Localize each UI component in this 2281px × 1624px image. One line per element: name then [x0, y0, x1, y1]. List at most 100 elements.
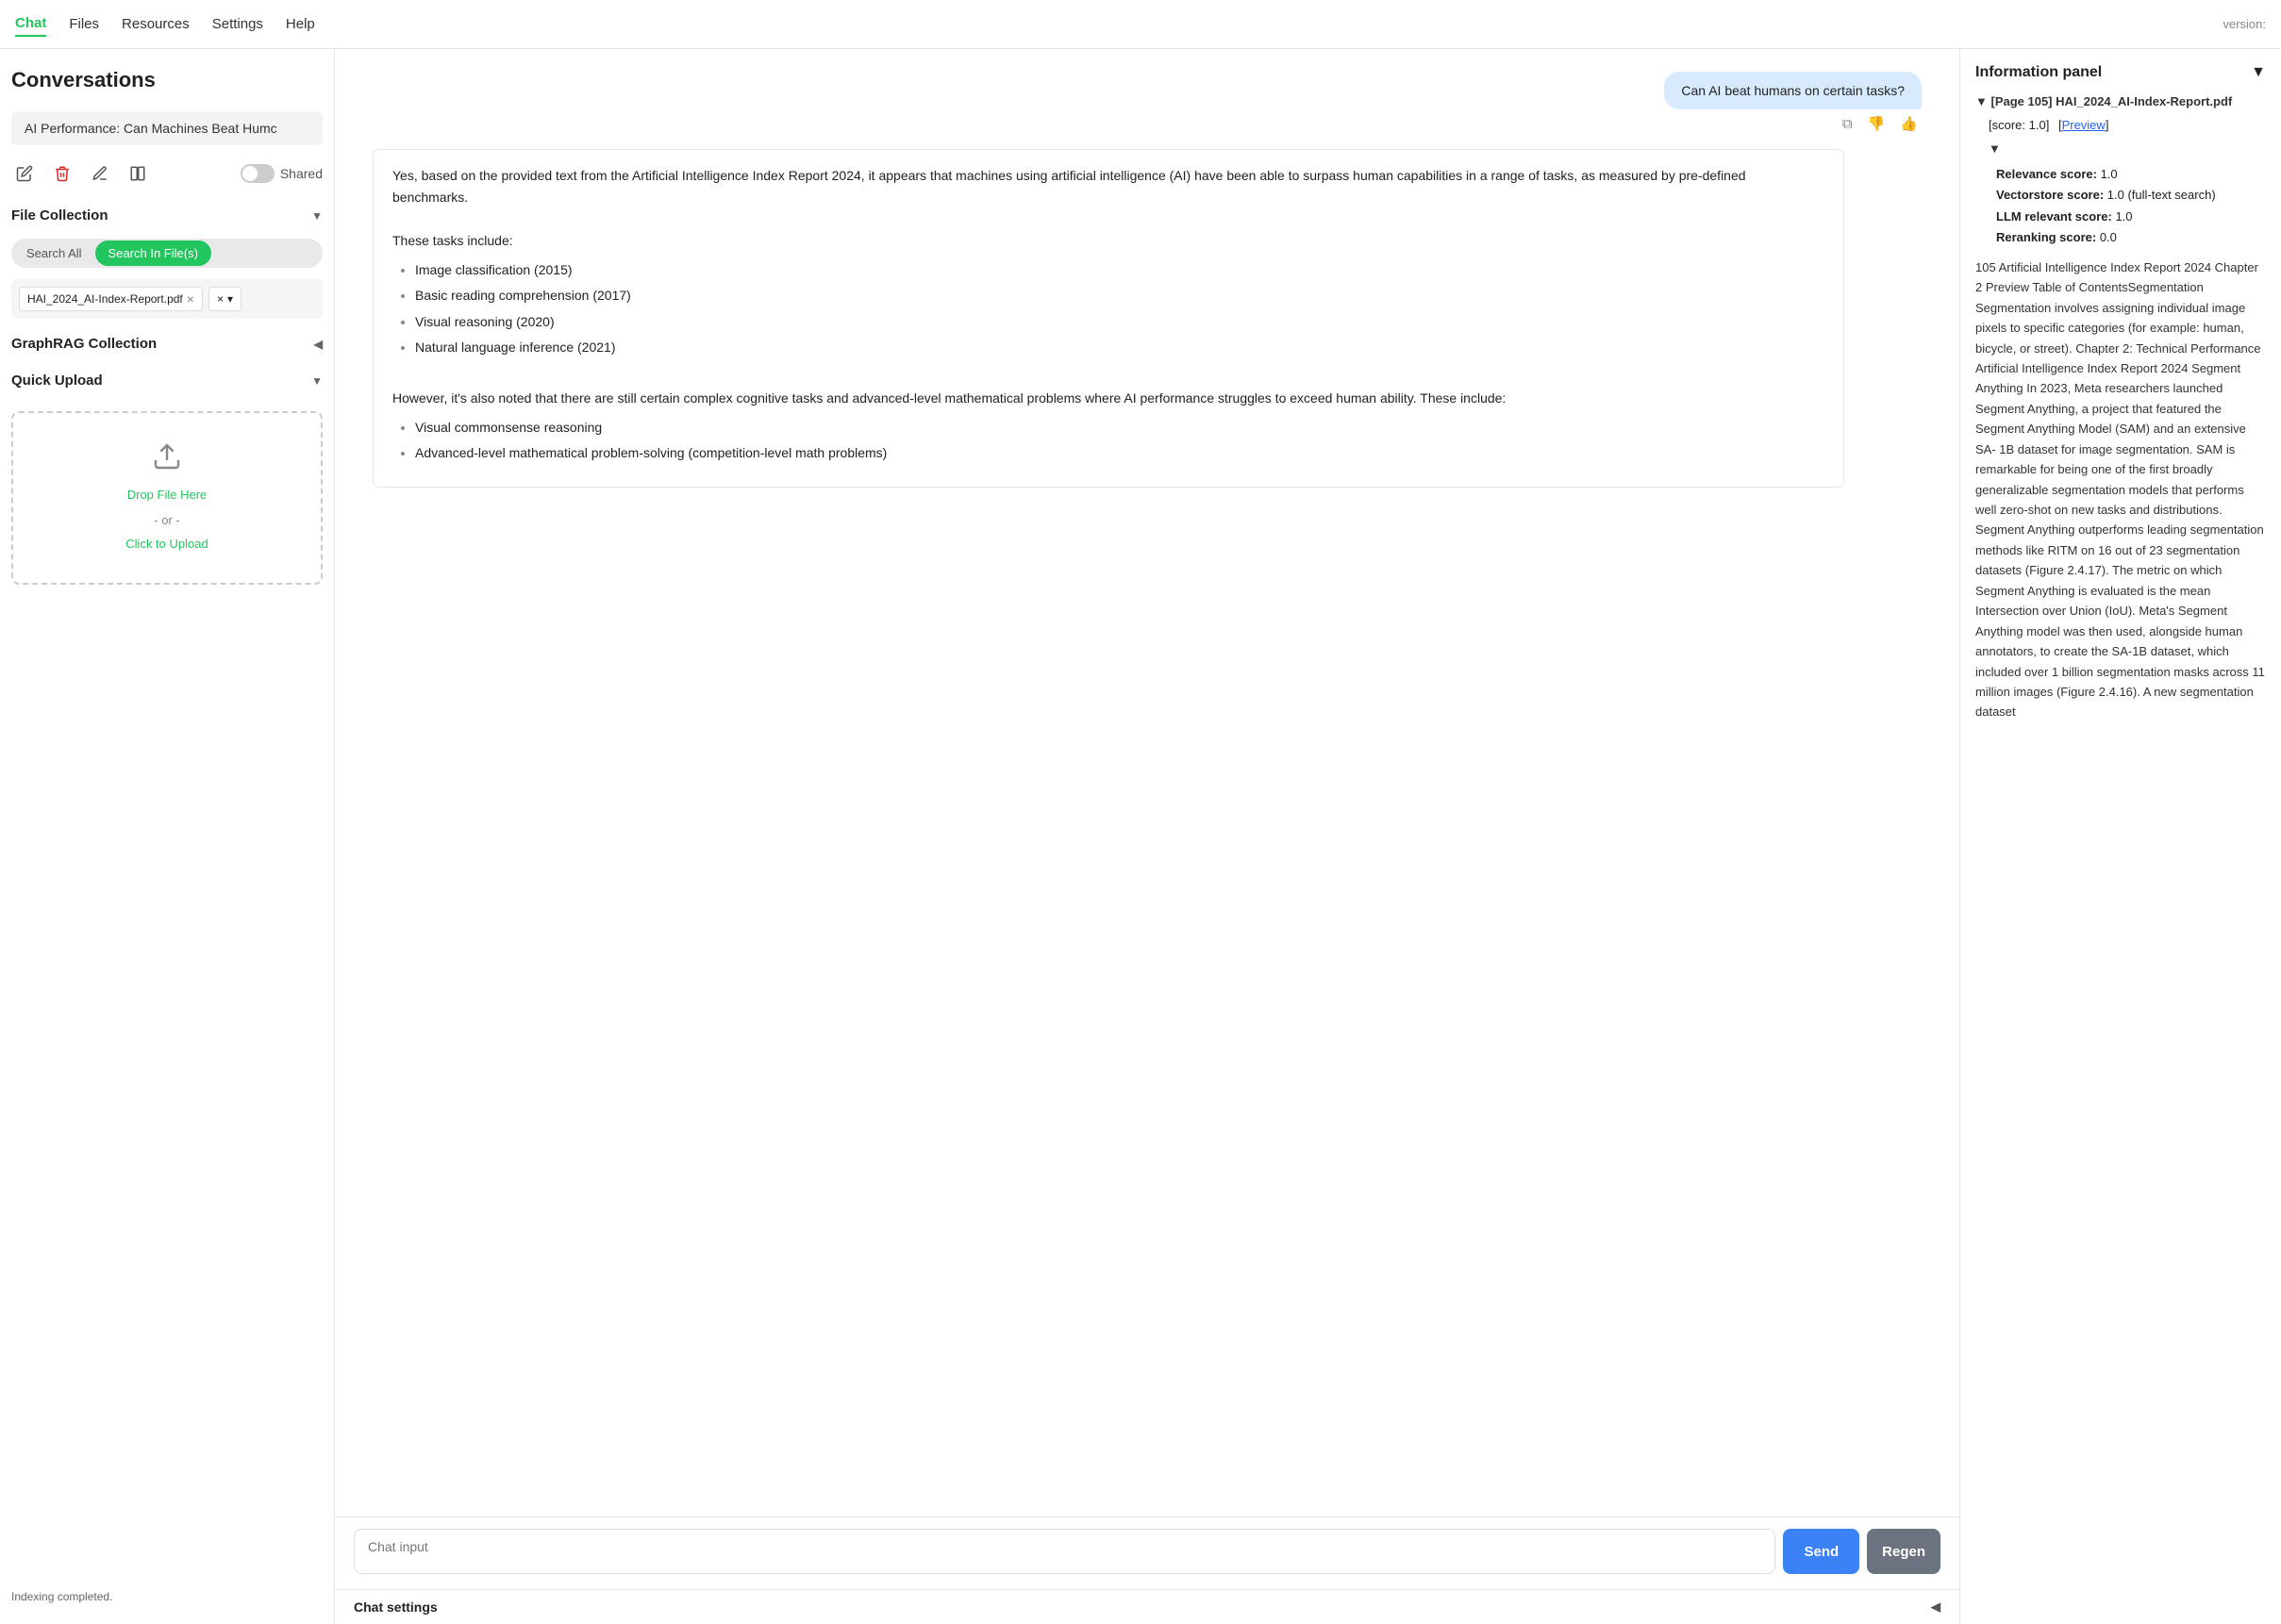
info-score-row: [score: 1.0] [Preview] [1989, 116, 2266, 136]
status-bar: Indexing completed. [11, 1584, 323, 1609]
thumbs-down-button[interactable]: 👎 [1864, 113, 1890, 134]
reranking-value: 0.0 [2100, 230, 2117, 244]
file-chip[interactable]: HAI_2024_AI-Index-Report.pdf × [19, 287, 203, 311]
nav-resources[interactable]: Resources [122, 12, 190, 36]
shared-toggle[interactable]: Shared [241, 164, 323, 183]
search-toggle: Search All Search In File(s) [11, 239, 323, 268]
chat-settings-label: Chat settings [354, 1599, 438, 1615]
split-icon[interactable] [125, 160, 151, 187]
graphrag-chevron: ◀ [314, 338, 323, 351]
llm-value: 1.0 [2115, 209, 2132, 224]
shared-label: Shared [280, 166, 323, 181]
action-icons-row: Shared [11, 157, 323, 191]
thumbs-up-button[interactable]: 👍 [1896, 113, 1922, 134]
task-item-3: Visual reasoning (2020) [415, 311, 1824, 333]
user-message: Can AI beat humans on certain tasks? [1664, 72, 1922, 109]
info-score-text: [score: 1.0] [1989, 118, 2049, 132]
file-collection-header[interactable]: File Collection ▼ [11, 202, 323, 227]
upload-area[interactable]: Drop File Here - or - Click to Upload [11, 411, 323, 585]
llm-label: LLM relevant score: [1996, 209, 2115, 224]
click-upload-text: Click to Upload [125, 535, 208, 555]
chip-clear[interactable]: × ▾ [208, 287, 241, 311]
relevance-value: 1.0 [2101, 167, 2118, 181]
search-all-option[interactable]: Search All [13, 240, 95, 266]
quick-upload-chevron: ▼ [311, 374, 323, 388]
info-preview-link[interactable]: [Preview] [2058, 118, 2109, 132]
file-chips-area: HAI_2024_AI-Index-Report.pdf × × ▾ [11, 279, 323, 319]
chat-settings-bar[interactable]: Chat settings ◀ [335, 1589, 1959, 1624]
vectorstore-label: Vectorstore score: [1996, 188, 2107, 202]
info-panel-chevron: ▼ [2251, 64, 2266, 81]
file-collection-label: File Collection [11, 207, 108, 224]
chip-clear-icon: × [217, 292, 224, 306]
drop-text: Drop File Here [127, 486, 208, 505]
regen-button[interactable]: Regen [1867, 1529, 1940, 1574]
main-chat: Can AI beat humans on certain tasks? ⧉ 👎… [335, 49, 1960, 1624]
graphrag-header[interactable]: GraphRAG Collection ◀ [11, 330, 323, 356]
upload-or: - or - [154, 513, 179, 527]
assistant-intro: Yes, based on the provided text from the… [392, 165, 1824, 208]
quick-upload-header[interactable]: Quick Upload ▼ [11, 367, 323, 392]
caveat-text: However, it's also noted that there are … [392, 388, 1824, 409]
file-chip-label: HAI_2024_AI-Index-Report.pdf [27, 292, 183, 306]
send-button[interactable]: Send [1783, 1529, 1859, 1574]
caveat-item-1: Visual commonsense reasoning [415, 417, 1824, 439]
info-scores: Relevance score: 1.0 Vectorstore score: … [1996, 164, 2266, 247]
chat-input[interactable] [354, 1529, 1775, 1574]
nav-files[interactable]: Files [69, 12, 99, 36]
user-message-wrapper: Can AI beat humans on certain tasks? ⧉ 👎… [373, 72, 1922, 134]
vectorstore-value: 1.0 (full-text search) [2107, 188, 2216, 202]
chip-add-icon: ▾ [227, 292, 233, 306]
rename-icon[interactable] [87, 160, 113, 187]
top-nav: Chat Files Resources Settings Help versi… [0, 0, 2281, 49]
copy-button[interactable]: ⧉ [1839, 113, 1856, 134]
toggle-thumb [242, 166, 258, 181]
search-in-files-option[interactable]: Search In File(s) [95, 240, 211, 266]
quick-upload-label: Quick Upload [11, 373, 103, 389]
tasks-list: Image classification (2015) Basic readin… [392, 259, 1824, 357]
version-label: version: [2223, 17, 2266, 31]
info-section: ▼ [Page 105] HAI_2024_AI-Index-Report.pd… [1975, 92, 2266, 722]
chat-input-area: Send Regen [335, 1516, 1959, 1589]
tasks-label: These tasks include: [392, 230, 1824, 252]
upload-icon [152, 441, 182, 478]
info-scores-section: ▼ Relevance score: 1.0 Vectorstore score… [1989, 140, 2266, 248]
toggle-track[interactable] [241, 164, 275, 183]
assistant-message: Yes, based on the provided text from the… [373, 149, 1844, 488]
info-body: 105 Artificial Intelligence Index Report… [1975, 257, 2266, 722]
chat-settings-chevron: ◀ [1931, 1599, 1940, 1615]
preview-link-text[interactable]: Preview [2062, 118, 2106, 132]
sidebar: Conversations AI Performance: Can Machin… [0, 49, 335, 1624]
info-panel: Information panel ▼ ▼ [Page 105] HAI_202… [1960, 49, 2281, 1624]
reranking-label: Reranking score: [1996, 230, 2100, 244]
info-collapse-icon[interactable]: ▼ [1975, 94, 1990, 108]
info-source-row: ▼ [Page 105] HAI_2024_AI-Index-Report.pd… [1975, 92, 2266, 112]
reranking-row: Reranking score: 0.0 [1996, 227, 2266, 248]
vectorstore-row: Vectorstore score: 1.0 (full-text search… [1996, 185, 2266, 206]
edit-icon[interactable] [11, 160, 38, 187]
task-item-4: Natural language inference (2021) [415, 337, 1824, 358]
nav-chat[interactable]: Chat [15, 11, 46, 37]
nav-help[interactable]: Help [286, 12, 315, 36]
scores-collapse[interactable]: ▼ [1989, 140, 2266, 159]
sidebar-title: Conversations [11, 64, 323, 100]
main-layout: Conversations AI Performance: Can Machin… [0, 49, 2281, 1624]
task-item-2: Basic reading comprehension (2017) [415, 285, 1824, 307]
caveat-list: Visual commonsense reasoning Advanced-le… [392, 417, 1824, 464]
nav-settings[interactable]: Settings [212, 12, 263, 36]
relevance-row: Relevance score: 1.0 [1996, 164, 2266, 185]
task-item-1: Image classification (2015) [415, 259, 1824, 281]
message-actions: ⧉ 👎 👍 [1839, 113, 1922, 134]
conversation-item[interactable]: AI Performance: Can Machines Beat Humc [11, 111, 323, 145]
file-collection-chevron: ▼ [311, 209, 323, 223]
chat-messages: Can AI beat humans on certain tasks? ⧉ 👎… [335, 49, 1959, 1516]
info-panel-title: Information panel [1975, 64, 2102, 81]
delete-icon[interactable] [49, 160, 75, 187]
info-filename: [Page 105] HAI_2024_AI-Index-Report.pdf [1990, 94, 2232, 108]
caveat-item-2: Advanced-level mathematical problem-solv… [415, 442, 1824, 464]
graphrag-label: GraphRAG Collection [11, 336, 157, 352]
file-chip-remove[interactable]: × [187, 291, 194, 307]
llm-row: LLM relevant score: 1.0 [1996, 207, 2266, 227]
relevance-label: Relevance score: [1996, 167, 2101, 181]
info-panel-header: Information panel ▼ [1975, 64, 2266, 81]
